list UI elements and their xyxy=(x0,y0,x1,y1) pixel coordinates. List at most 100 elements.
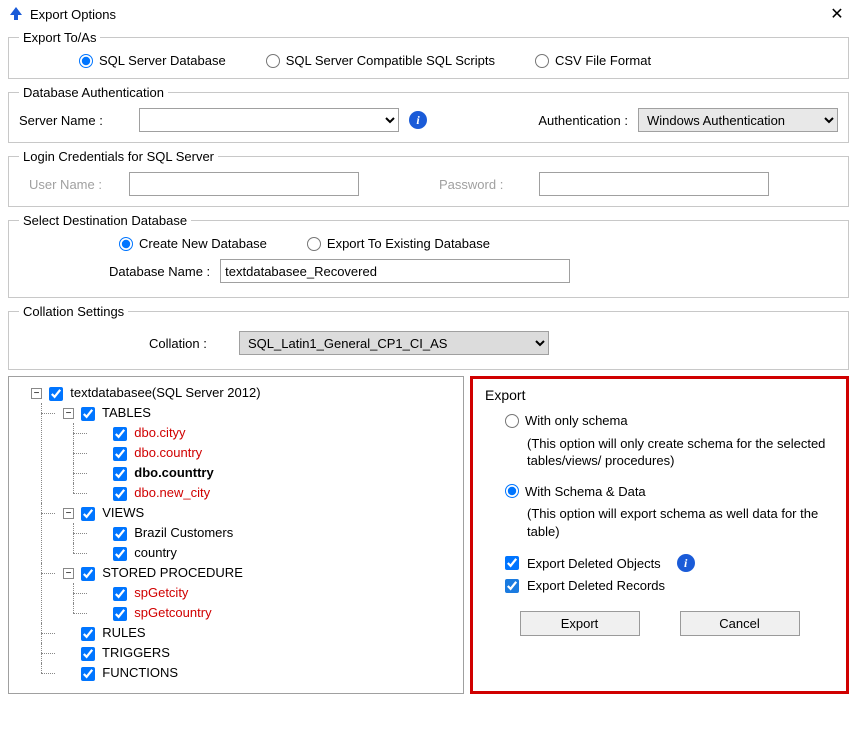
tree-item-checkbox[interactable] xyxy=(113,467,127,481)
tree-group-label: TRIGGERS xyxy=(102,645,170,660)
tree-item-label: dbo.cityy xyxy=(134,425,185,440)
tree-group-sprocs[interactable]: − STORED PROCEDURE spGetcity xyxy=(49,563,459,623)
radio-sql-scripts[interactable]: SQL Server Compatible SQL Scripts xyxy=(266,53,495,68)
login-group: Login Credentials for SQL Server User Na… xyxy=(8,149,849,207)
username-input[interactable] xyxy=(129,172,359,196)
cb-export-deleted-records[interactable] xyxy=(505,579,519,593)
cb-export-deleted-objects[interactable] xyxy=(505,556,519,570)
collapse-icon[interactable]: − xyxy=(31,388,42,399)
tree-group-checkbox[interactable] xyxy=(81,667,95,681)
export-to-legend: Export To/As xyxy=(19,30,100,45)
tree-item-label: spGetcountry xyxy=(134,605,211,620)
tree-item[interactable]: Brazil Customers xyxy=(81,523,459,543)
collapse-icon[interactable]: − xyxy=(63,568,74,579)
db-auth-legend: Database Authentication xyxy=(19,85,168,100)
tree-root-label: textdatabasee(SQL Server 2012) xyxy=(70,385,260,400)
radio-create-new-db-label: Create New Database xyxy=(139,236,267,251)
radio-csv-label: CSV File Format xyxy=(555,53,651,68)
dest-db-legend: Select Destination Database xyxy=(19,213,191,228)
collation-select[interactable]: SQL_Latin1_General_CP1_CI_AS xyxy=(239,331,549,355)
tree-group-label: FUNCTIONS xyxy=(102,665,178,680)
close-icon[interactable]: ✕ xyxy=(825,4,849,24)
radio-csv[interactable]: CSV File Format xyxy=(535,53,651,68)
tree-group-label: VIEWS xyxy=(102,505,144,520)
tree-panel[interactable]: − textdatabasee(SQL Server 2012) − TABLE… xyxy=(8,376,464,694)
radio-sql-scripts-label: SQL Server Compatible SQL Scripts xyxy=(286,53,495,68)
radio-schema-only[interactable]: With only schema xyxy=(505,413,628,428)
tree-item[interactable]: dbo.cityy xyxy=(81,423,459,443)
export-panel-legend: Export xyxy=(485,387,834,403)
db-auth-group: Database Authentication Server Name : i … xyxy=(8,85,849,143)
dbname-input[interactable] xyxy=(220,259,570,283)
tree-group-checkbox[interactable] xyxy=(81,647,95,661)
tree-root[interactable]: − textdatabasee(SQL Server 2012) − TABLE… xyxy=(17,383,459,683)
tree-item-label: Brazil Customers xyxy=(134,525,233,540)
tree-item[interactable]: dbo.country xyxy=(81,443,459,463)
tree-group-checkbox[interactable] xyxy=(81,627,95,641)
collation-legend: Collation Settings xyxy=(19,304,128,319)
tree-group-functions[interactable]: FUNCTIONS xyxy=(49,663,459,683)
info-icon[interactable]: i xyxy=(677,554,695,572)
tree-group-label: RULES xyxy=(102,625,145,640)
dest-db-group: Select Destination Database Create New D… xyxy=(8,213,849,298)
tree-item-checkbox[interactable] xyxy=(113,487,127,501)
tree-group-checkbox[interactable] xyxy=(81,507,95,521)
tree-item-label: dbo.counttry xyxy=(134,465,213,480)
radio-schema-only-label: With only schema xyxy=(525,413,628,428)
tree-item-checkbox[interactable] xyxy=(113,547,127,561)
radio-export-existing-db[interactable]: Export To Existing Database xyxy=(307,236,490,251)
tree-group-views[interactable]: − VIEWS Brazil Customers xyxy=(49,503,459,563)
tree-item-checkbox[interactable] xyxy=(113,527,127,541)
username-label: User Name : xyxy=(29,177,119,192)
dbname-label: Database Name : xyxy=(109,264,210,279)
server-name-select[interactable] xyxy=(139,108,399,132)
tree-group-rules[interactable]: RULES xyxy=(49,623,459,643)
tree-item-label: spGetcity xyxy=(134,585,188,600)
radio-schema-data[interactable]: With Schema & Data xyxy=(505,484,646,499)
tree-item[interactable]: dbo.new_city xyxy=(81,483,459,503)
titlebar: Export Options ✕ xyxy=(0,0,857,28)
tree-item-label: country xyxy=(134,545,177,560)
cancel-button[interactable]: Cancel xyxy=(680,611,800,636)
radio-schema-data-label: With Schema & Data xyxy=(525,484,646,499)
export-panel: Export With only schema (This option wil… xyxy=(470,376,849,694)
tree-item[interactable]: spGetcountry xyxy=(81,603,459,623)
info-icon[interactable]: i xyxy=(409,111,427,129)
auth-label: Authentication : xyxy=(538,113,628,128)
password-input[interactable] xyxy=(539,172,769,196)
radio-sql-db-label: SQL Server Database xyxy=(99,53,226,68)
schema-data-desc: (This option will export schema as well … xyxy=(527,505,834,540)
tree-item-checkbox[interactable] xyxy=(113,447,127,461)
export-button[interactable]: Export xyxy=(520,611,640,636)
collapse-icon[interactable]: − xyxy=(63,408,74,419)
tree-group-checkbox[interactable] xyxy=(81,407,95,421)
auth-select[interactable]: Windows Authentication xyxy=(638,108,838,132)
app-icon xyxy=(8,6,24,22)
tree-group-triggers[interactable]: TRIGGERS xyxy=(49,643,459,663)
tree-group-label: TABLES xyxy=(102,405,151,420)
export-to-group: Export To/As SQL Server Database SQL Ser… xyxy=(8,30,849,79)
tree-item-checkbox[interactable] xyxy=(113,607,127,621)
window-title: Export Options xyxy=(30,7,825,22)
tree-root-checkbox[interactable] xyxy=(49,387,63,401)
cb-export-deleted-objects-label: Export Deleted Objects xyxy=(527,556,661,571)
collapse-icon[interactable]: − xyxy=(63,508,74,519)
collation-label: Collation : xyxy=(149,336,229,351)
tree-item-checkbox[interactable] xyxy=(113,587,127,601)
tree-item[interactable]: country xyxy=(81,543,459,563)
tree-item-label: dbo.new_city xyxy=(134,485,210,500)
tree-item[interactable]: spGetcity xyxy=(81,583,459,603)
cb-export-deleted-records-label: Export Deleted Records xyxy=(527,578,665,593)
tree-group-tables[interactable]: − TABLES dbo.cityy xyxy=(49,403,459,503)
tree-item-checkbox[interactable] xyxy=(113,427,127,441)
radio-export-existing-db-label: Export To Existing Database xyxy=(327,236,490,251)
tree-group-label: STORED PROCEDURE xyxy=(102,565,243,580)
radio-sql-db[interactable]: SQL Server Database xyxy=(79,53,226,68)
radio-create-new-db[interactable]: Create New Database xyxy=(119,236,267,251)
password-label: Password : xyxy=(439,177,529,192)
server-name-label: Server Name : xyxy=(19,113,129,128)
tree-group-checkbox[interactable] xyxy=(81,567,95,581)
tree-item[interactable]: dbo.counttry xyxy=(81,463,459,483)
schema-only-desc: (This option will only create schema for… xyxy=(527,435,834,470)
tree-item-label: dbo.country xyxy=(134,445,202,460)
